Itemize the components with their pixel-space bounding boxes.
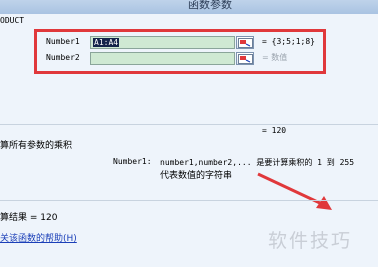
selected-text: A1:A4: [93, 38, 120, 47]
function-name: ODUCT: [0, 16, 25, 25]
annotation-arrow: [256, 172, 336, 217]
argument-label: Number2: [46, 53, 80, 62]
param-help-text-cont: 代表数值的字符串: [160, 171, 233, 181]
collapse-dialog-button[interactable]: [236, 36, 254, 49]
watermark: 软件技巧: [268, 230, 353, 252]
argument-row-number1: Number1 A1:A4 = {3;5;1;8}: [0, 36, 378, 49]
param-help-text: number1,number2,... 是要计算乘积的 1 到 255: [160, 158, 355, 167]
function-help-link[interactable]: 关该函数的帮助(H): [0, 231, 77, 244]
number2-input[interactable]: [90, 52, 235, 65]
argument-result: = {3;5;1;8}: [262, 37, 315, 46]
function-description: 算所有参数的乘积: [0, 141, 73, 151]
argument-label: Number1: [46, 37, 80, 46]
divider: [0, 124, 378, 125]
number1-input[interactable]: A1:A4: [90, 36, 235, 49]
argument-row-number2: Number2 = 数值: [0, 52, 378, 65]
calc-result: 算结果 = 120: [0, 213, 58, 223]
divider: [0, 200, 378, 201]
dialog-title: 函数参数: [188, 0, 232, 11]
collapse-dialog-button[interactable]: [236, 52, 254, 65]
dialog-titlebar: 函数参数: [0, 0, 378, 14]
param-help-label: Number1:: [113, 157, 152, 166]
argument-result: = 数值: [262, 53, 288, 62]
formula-result: = 120: [262, 126, 287, 135]
